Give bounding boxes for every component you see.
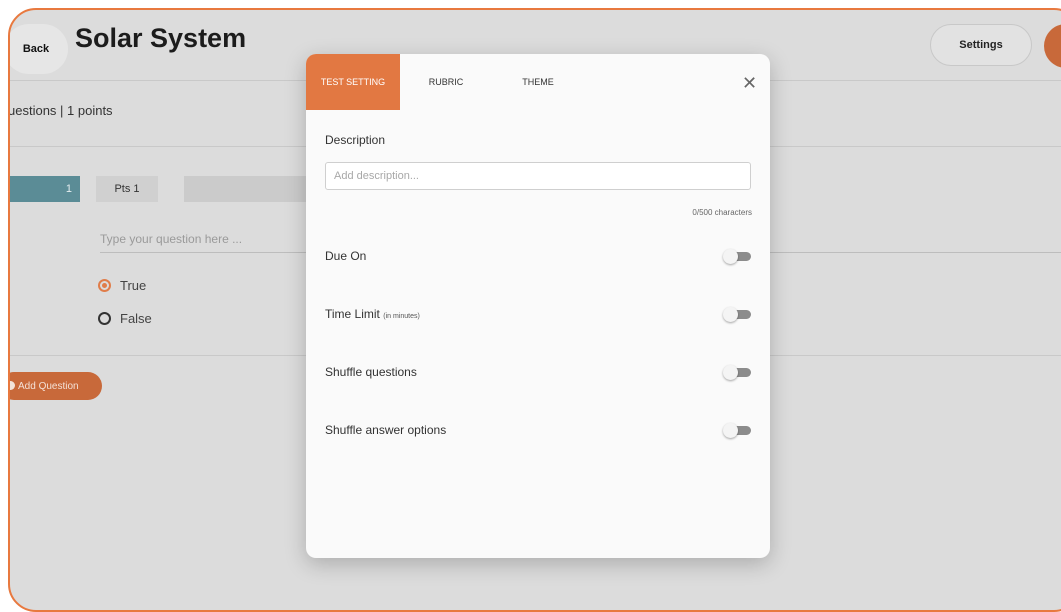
description-label: Description xyxy=(325,133,386,147)
question-text-input[interactable]: Type your question here ... xyxy=(100,232,242,246)
close-icon[interactable]: ✕ xyxy=(742,74,757,92)
setting-shuffle-answers: Shuffle answer options xyxy=(325,421,751,441)
shuffle-questions-toggle[interactable] xyxy=(723,365,753,380)
add-question-label: Add Question xyxy=(18,380,79,392)
settings-button[interactable]: Settings xyxy=(930,24,1032,66)
time-limit-unit: (in minutes) xyxy=(383,313,420,320)
question-type-select[interactable] xyxy=(184,176,324,202)
tab-theme[interactable]: THEME xyxy=(506,54,570,110)
quiz-summary: uestions | 1 points xyxy=(8,103,113,118)
toggle-knob xyxy=(723,307,738,322)
radio-icon[interactable] xyxy=(98,312,111,325)
back-button[interactable]: Back xyxy=(10,24,68,74)
setting-label: Due On xyxy=(325,249,367,263)
time-limit-label: Time Limit xyxy=(325,307,380,321)
setting-shuffle-questions: Shuffle questions xyxy=(325,363,751,383)
page-title: Solar System xyxy=(75,23,247,53)
setting-time-limit: Time Limit (in minutes) xyxy=(325,305,751,325)
option-false[interactable]: False xyxy=(98,311,152,326)
setting-label: Time Limit (in minutes) xyxy=(325,307,420,321)
due-on-toggle[interactable] xyxy=(723,249,753,264)
option-label: False xyxy=(120,311,152,326)
plus-circle-icon xyxy=(10,381,15,390)
character-counter: 0/500 characters xyxy=(692,208,752,217)
points-field[interactable]: Pts 1 xyxy=(96,176,158,202)
radio-selected-icon[interactable] xyxy=(98,279,111,292)
avatar[interactable] xyxy=(1044,24,1061,68)
question-number-tag: 1 xyxy=(10,176,80,202)
tab-rubric[interactable]: RUBRIC xyxy=(414,54,478,110)
option-true[interactable]: True xyxy=(98,278,146,293)
toggle-knob xyxy=(723,365,738,380)
add-question-button[interactable]: Add Question xyxy=(10,372,102,400)
modal-tabs: TEST SETTING RUBRIC THEME ✕ xyxy=(306,54,770,110)
option-label: True xyxy=(120,278,147,293)
shuffle-answers-toggle[interactable] xyxy=(723,423,753,438)
tab-test-setting[interactable]: TEST SETTING xyxy=(306,54,400,110)
setting-due-on: Due On xyxy=(325,247,751,267)
setting-label: Shuffle questions xyxy=(325,365,417,379)
toggle-knob xyxy=(723,249,738,264)
test-settings-modal: TEST SETTING RUBRIC THEME ✕ Description … xyxy=(306,54,770,558)
description-input[interactable] xyxy=(325,162,751,190)
setting-label: Shuffle answer options xyxy=(325,423,447,437)
time-limit-toggle[interactable] xyxy=(723,307,753,322)
toggle-knob xyxy=(723,423,738,438)
